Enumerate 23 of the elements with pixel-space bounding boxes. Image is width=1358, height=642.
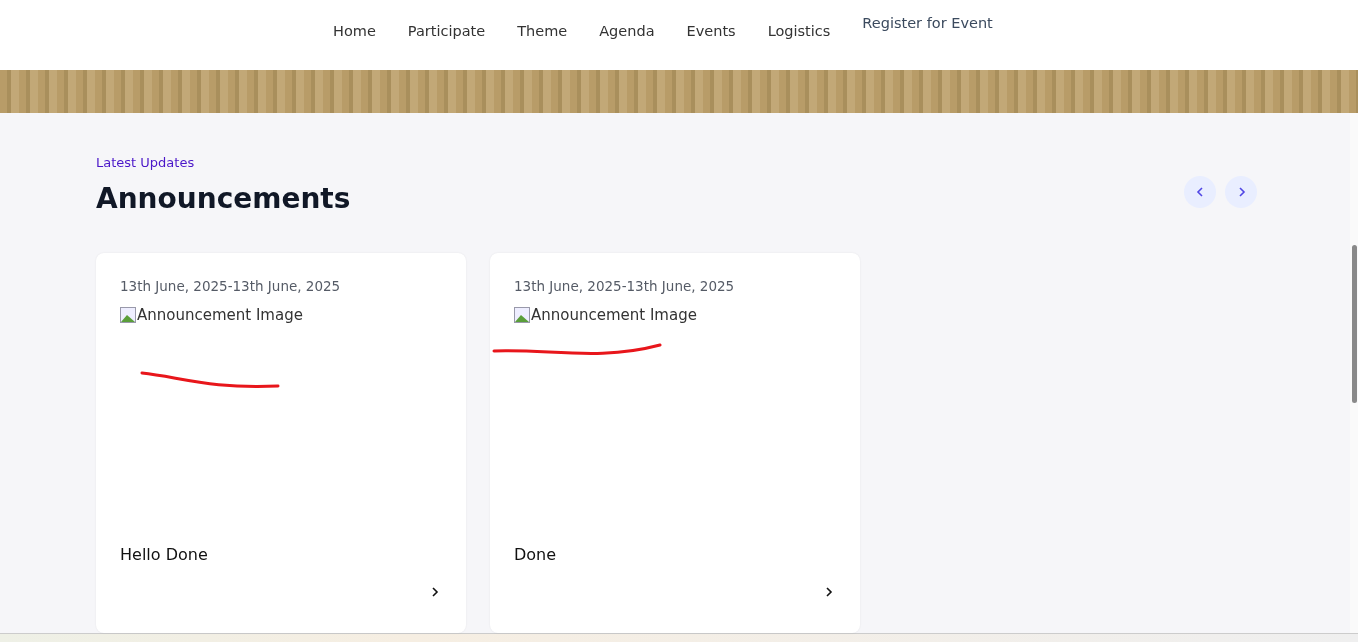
announcement-title: Hello Done: [120, 545, 208, 564]
next-button[interactable]: [1225, 176, 1257, 208]
scrollbar-thumb[interactable]: [1352, 245, 1357, 403]
previous-button[interactable]: [1184, 176, 1216, 208]
chevron-right-icon[interactable]: [824, 586, 834, 598]
nav-link[interactable]: Logistics: [767, 23, 831, 39]
chevron-right-icon[interactable]: [430, 586, 440, 598]
announcement-title: Done: [514, 545, 557, 564]
date-range: 13th June, 2025-13th June, 2025: [120, 278, 342, 294]
nav-link[interactable]: Events: [686, 23, 736, 39]
register-link[interactable]: Register for Event: [862, 15, 993, 31]
nav-link[interactable]: Theme: [517, 23, 568, 39]
announcement-card[interactable]: 13th June, 2025-13th June, 2025 Announcement Image Done: [490, 253, 860, 633]
nav-link[interactable]: Home: [333, 23, 376, 39]
section-title: Announcements: [96, 182, 351, 215]
chevron-left-icon: [1194, 186, 1206, 198]
broken-image: Announcement Image: [120, 304, 303, 326]
broken-image: Announcement Image: [514, 304, 697, 326]
date-range: 13th June, 2025-13th June, 2025: [514, 278, 736, 294]
announcement-card[interactable]: 13th June, 2025-13th June, 2025 Announcement Image Hello Done: [96, 253, 466, 633]
nav-link[interactable]: Participate: [407, 23, 486, 39]
nav-link[interactable]: Agenda: [599, 23, 655, 39]
section-eyebrow: Latest Updates: [96, 155, 196, 170]
